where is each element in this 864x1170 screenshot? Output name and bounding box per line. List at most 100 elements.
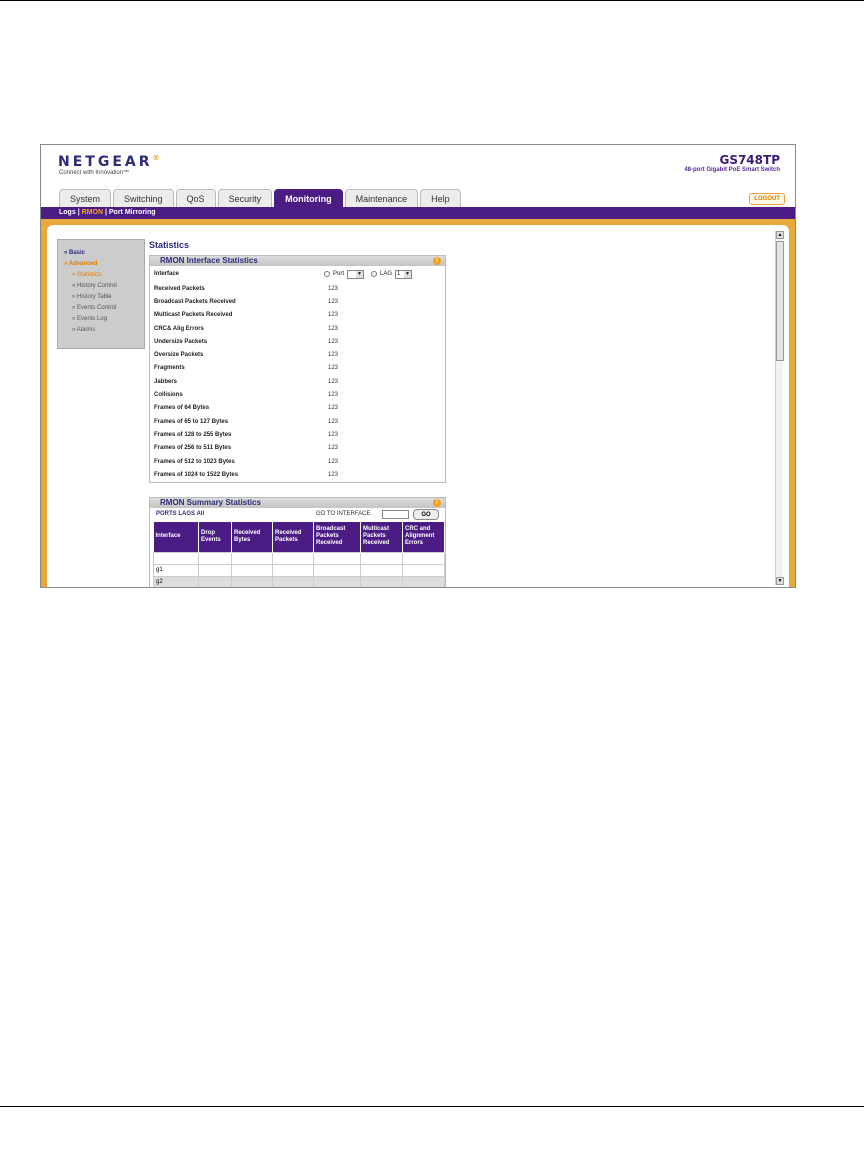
cell	[313, 563, 361, 577]
lag-select[interactable]: 1 ▼	[395, 269, 413, 279]
nav-item-statistics[interactable]: » Statistics	[64, 270, 138, 281]
stat-row: Collisions 123	[150, 388, 445, 401]
main-tabs: System Switching QoS Security Monitoring…	[59, 189, 461, 207]
table-row: g2	[153, 575, 445, 587]
cell	[360, 551, 403, 565]
cell	[272, 551, 314, 565]
model-description: 48-port Gigabit PoE Smart Switch	[684, 167, 780, 173]
lag-select-value: 1	[397, 270, 401, 277]
stat-row: Undersize Packets 123	[150, 335, 445, 348]
stat-row: Frames of 512 to 1023 Bytes 123	[150, 455, 445, 468]
cell	[313, 551, 361, 565]
stat-value: 123	[328, 338, 339, 345]
nav-item-history-table[interactable]: » History Table	[64, 292, 138, 303]
content-area: » Basic » Advanced » Statistics » Histor…	[47, 225, 789, 587]
goto-bar: PORTS LAGS All GO TO INTERFACE GO	[150, 508, 445, 522]
nav-basic[interactable]: » Basic	[64, 248, 138, 259]
subnav-rmon[interactable]: RMON	[82, 209, 103, 216]
subnav-separator: |	[77, 209, 80, 216]
rmon-summary-panel: RMON Summary Statistics ! PORTS LAGS All…	[149, 497, 446, 587]
stat-label: Frames of 512 to 1023 Bytes	[154, 458, 235, 465]
tab-help[interactable]: Help	[420, 189, 461, 207]
tab-monitoring[interactable]: Monitoring	[274, 189, 343, 207]
subnav-logs[interactable]: Logs	[59, 209, 76, 216]
lag-label: LAG	[380, 271, 393, 277]
stat-label: Frames of 1024 to 1522 Bytes	[154, 471, 239, 478]
stat-value: 123	[328, 418, 339, 425]
stat-label: CRC& Alig Errors	[154, 325, 204, 332]
scroll-thumb[interactable]	[776, 241, 784, 361]
rmon-interface-panel: RMON Interface Statistics ! Interface Po…	[149, 255, 446, 483]
nav-item-alarms[interactable]: » Alarms	[64, 325, 138, 336]
browser-screenshot: NETGEAR® Connect with Innovation™ GS748T…	[40, 144, 796, 588]
cell	[198, 551, 232, 565]
column-header-crc-errors: CRC and Alignment Errors	[402, 522, 445, 552]
stat-value: 123	[328, 298, 339, 305]
column-header-interface: Interface	[153, 522, 199, 552]
table-row	[153, 551, 445, 565]
goto-interface-input[interactable]	[382, 510, 409, 519]
stat-value: 123	[328, 378, 339, 385]
nav-item-events-control[interactable]: » Events Control	[64, 303, 138, 314]
interface-label: Interface	[154, 271, 180, 277]
vertical-scrollbar[interactable]: ▲ ▼	[775, 231, 784, 585]
stat-label: Multicast Packets Received	[154, 312, 233, 319]
info-icon[interactable]: !	[433, 257, 441, 265]
cell	[272, 563, 314, 577]
goto-interface-label: GO TO INTERFACE	[316, 511, 371, 517]
tab-qos[interactable]: QoS	[175, 189, 216, 207]
stat-value: 123	[328, 471, 339, 478]
cell	[198, 563, 232, 577]
nav-item-events-log[interactable]: » Events Log	[64, 314, 138, 325]
logout-button[interactable]: LOGOUT	[749, 193, 785, 205]
tab-switching[interactable]: Switching	[113, 189, 174, 207]
ports-lags-all-filter[interactable]: PORTS LAGS All	[156, 511, 204, 517]
cell-interface	[153, 551, 199, 565]
panel-title: RMON Interface Statistics	[160, 256, 258, 265]
cell	[231, 575, 273, 587]
stat-rows: Received Packets 123 Broadcast Packets Re…	[150, 282, 445, 481]
tab-maintenance[interactable]: Maintenance	[344, 189, 419, 207]
nav-item-history-control[interactable]: » History Control	[64, 281, 138, 292]
sub-navigation: Logs | RMON | Port Mirroring	[41, 207, 795, 219]
port-radio[interactable]	[324, 271, 330, 277]
stat-row: Broadcast Packets Received 123	[150, 295, 445, 308]
subnav-port-mirroring[interactable]: Port Mirroring	[109, 209, 156, 216]
stat-label: Broadcast Packets Received	[154, 298, 236, 305]
column-header-received-packets: Received Packets	[272, 522, 314, 552]
tab-security[interactable]: Security	[217, 189, 273, 207]
column-header-broadcast-packets: Broadcast Packets Received	[313, 522, 361, 552]
column-header-drop-events: Drop Events	[198, 522, 232, 552]
stat-label: Oversize Packets	[154, 352, 204, 359]
go-button[interactable]: GO	[413, 509, 439, 520]
stat-value: 123	[328, 285, 339, 292]
scroll-up-button[interactable]: ▲	[776, 231, 784, 239]
stat-label: Frames of 256 to 511 Bytes	[154, 445, 232, 452]
column-header-multicast-packets: Multicast Packets Received	[360, 522, 403, 552]
panel-header: RMON Summary Statistics !	[150, 498, 445, 508]
model-name: GS748TP	[719, 153, 780, 167]
interface-row: Interface Port ▼ LAG 1 ▼	[150, 266, 445, 282]
nav-advanced[interactable]: » Advanced	[64, 259, 138, 270]
page-top-rule	[0, 0, 864, 1]
summary-table: Interface Drop Events Received Bytes Rec…	[153, 522, 445, 587]
info-icon[interactable]: !	[433, 499, 441, 507]
stat-value: 123	[328, 312, 339, 319]
stat-row: Jabbers 123	[150, 375, 445, 388]
stat-label: Collisions	[154, 392, 183, 399]
stat-row: Frames of 1024 to 1522 Bytes 123	[150, 468, 445, 481]
cell-interface: g1	[153, 563, 199, 577]
scroll-down-button[interactable]: ▼	[776, 577, 784, 585]
stat-label: Undersize Packets	[154, 338, 208, 345]
stat-label: Jabbers	[154, 378, 178, 385]
stat-row: Fragments 123	[150, 362, 445, 375]
panel-header: RMON Interface Statistics !	[150, 256, 445, 266]
stat-label: Frames of 64 Bytes	[154, 405, 210, 412]
tagline: Connect with Innovation™	[59, 170, 130, 176]
tab-system[interactable]: System	[59, 189, 112, 207]
cell	[198, 575, 232, 587]
lag-radio[interactable]	[371, 271, 378, 277]
cell	[402, 551, 445, 565]
stat-value: 123	[328, 458, 339, 465]
port-select[interactable]: ▼	[347, 269, 365, 279]
